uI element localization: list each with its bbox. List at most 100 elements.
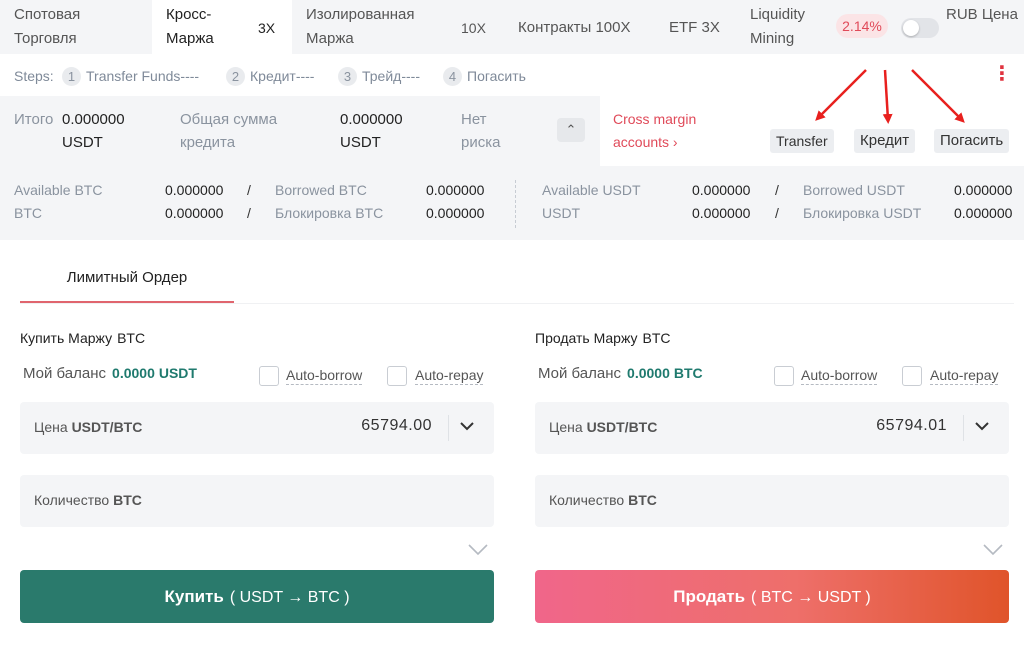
usdt-total-label: USDT (542, 205, 581, 221)
price-dropdown-chevron-down-icon[interactable] (460, 418, 474, 435)
rub-label-line1: RUB (946, 6, 978, 23)
step-credit[interactable]: 2 Кредит---- (226, 66, 314, 86)
sell-balance-unit: BTC (673, 365, 703, 381)
buy-balance: Мой баланс 0.0000 USDT (23, 365, 197, 382)
credit-total-label-line1: Общая сумма (180, 111, 278, 128)
cross-margin-accounts-link[interactable]: Cross margin accounts › (613, 108, 696, 154)
sell-auto-borrow-label[interactable]: Auto-borrow (801, 367, 878, 385)
buy-button[interactable]: Купить ( USDT → BTC ) (20, 570, 494, 623)
tab-isolated-line2: Маржа (306, 30, 354, 47)
steps-label: Steps: (14, 68, 54, 84)
buy-balance-value: 0.0000 (112, 365, 155, 381)
sell-auto-repay-label[interactable]: Auto-repay (930, 367, 999, 385)
buy-qty-unit: BTC (113, 492, 142, 508)
locked-btc-value: 0.000000 (426, 205, 485, 221)
rub-price-toggle[interactable] (901, 18, 939, 38)
tab-liquidity-line1: Liquidity (750, 6, 806, 23)
step-number-3: 3 (338, 67, 357, 86)
total-value: 0.000000 (62, 111, 125, 128)
buy-price-unit: USDT/BTC (71, 419, 143, 435)
sell-auto-borrow-checkbox[interactable] (774, 366, 794, 386)
field-divider (963, 415, 964, 441)
account-summary: Итого 0.000000 USDT Общая сумма кредита … (0, 96, 1024, 166)
transfer-button[interactable]: Transfer (770, 129, 834, 153)
buy-expand-chevron-down-icon[interactable] (468, 540, 488, 561)
sell-balance: Мой баланс 0.0000 BTC (538, 365, 703, 382)
sell-button-sub: ( BTC → USDT ) (751, 589, 871, 606)
market-tabs: Спотовая Торговля Кросс- Маржа 3X Изолир… (0, 0, 1024, 54)
sell-price-input[interactable]: Цена USDT/BTC 65794.01 (535, 402, 1009, 454)
step-label-3: Трейд---- (362, 68, 420, 84)
tab-isolated-margin[interactable]: Изолированная Маржа (306, 3, 436, 57)
sell-auto-repay-checkbox[interactable] (902, 366, 922, 386)
buy-title: Купить Маржу BTC (20, 330, 145, 346)
buy-auto-borrow-checkbox[interactable] (259, 366, 279, 386)
tab-cross-multiplier: 3X (258, 20, 276, 36)
buy-auto-borrow-label[interactable]: Auto-borrow (286, 367, 363, 385)
buy-price-label-text: Цена (34, 419, 68, 435)
available-btc-value: 0.000000 (165, 182, 224, 198)
step-label-2: Кредит---- (250, 68, 315, 84)
collapse-chevron-up-icon[interactable]: ⌃ (557, 118, 585, 142)
tab-spot-trading[interactable]: Спотовая Торговля (14, 3, 134, 57)
buy-quantity-label: Количество BTC (34, 492, 142, 508)
available-btc-label: Available BTC (14, 182, 103, 198)
repay-button[interactable]: Погасить (934, 129, 1010, 153)
buy-price-value[interactable]: 65794.00 (361, 417, 432, 435)
sell-qty-label-text: Количество (549, 492, 625, 508)
step-number-2: 2 (226, 67, 245, 86)
buy-button-label: Купить (164, 587, 224, 606)
borrowed-usdt-value: 0.000000 (954, 182, 1013, 198)
tab-spot-line2: Торговля (14, 30, 77, 47)
buy-auto-repay-label[interactable]: Auto-repay (415, 367, 484, 385)
sell-quantity-input[interactable]: Количество BTC (535, 475, 1009, 527)
buy-title-coin: BTC (117, 330, 146, 346)
available-usdt-label: Available USDT (542, 182, 641, 198)
separator-slash: / (247, 182, 251, 198)
credit-button[interactable]: Кредит (854, 129, 916, 153)
total-unit: USDT (62, 134, 103, 151)
sell-price-label: Цена USDT/BTC (549, 419, 657, 435)
buy-balance-unit: USDT (158, 365, 197, 381)
buy-price-input[interactable]: Цена USDT/BTC 65794.00 (20, 402, 494, 454)
tab-limit-order[interactable]: Лимитный Ордер (20, 258, 234, 304)
locked-usdt-value: 0.000000 (954, 205, 1013, 221)
credit-total-unit: USDT (340, 134, 381, 151)
sell-expand-chevron-down-icon[interactable] (983, 540, 1003, 561)
more-options-icon[interactable]: ⋮ (992, 64, 1012, 84)
step-transfer-funds[interactable]: 1 Transfer Funds---- (62, 66, 199, 86)
balances-divider (515, 180, 516, 228)
rub-price-label: RUB Цена (946, 3, 1018, 27)
btc-total-value: 0.000000 (165, 205, 224, 221)
apr-rate-badge: 2.14% (836, 14, 888, 38)
locked-usdt-label: Блокировка USDT (803, 205, 922, 221)
btc-total-label: BTC (14, 205, 42, 221)
buy-auto-repay-checkbox[interactable] (387, 366, 407, 386)
buy-quantity-input[interactable]: Количество BTC (20, 475, 494, 527)
tab-cross-margin[interactable]: Кросс- Маржа 3X (152, 0, 292, 54)
locked-btc-label: Блокировка BTC (275, 205, 384, 221)
step-label-4: Погасить (467, 68, 526, 84)
step-number-1: 1 (62, 67, 81, 86)
separator-slash: / (247, 205, 251, 221)
sell-price-value[interactable]: 65794.01 (876, 417, 947, 435)
borrowed-btc-label: Borrowed BTC (275, 182, 367, 198)
sell-balance-value: 0.0000 (627, 365, 670, 381)
risk-label-line1: Нет (461, 111, 487, 128)
usdt-total-value: 0.000000 (692, 205, 751, 221)
separator-slash: / (775, 205, 779, 221)
step-repay[interactable]: 4 Погасить (443, 66, 526, 86)
tab-isolated-line1: Изолированная (306, 6, 415, 23)
tab-spot-line1: Спотовая (14, 6, 81, 23)
price-dropdown-chevron-down-icon[interactable] (975, 418, 989, 435)
step-trade[interactable]: 3 Трейд---- (338, 66, 420, 86)
asset-balances: Available BTC 0.000000 / Borrowed BTC 0.… (0, 166, 1024, 240)
summary-actions: Cross margin accounts › Transfer Кредит … (600, 96, 1024, 166)
sell-price-label-text: Цена (549, 419, 583, 435)
sell-button[interactable]: Продать ( BTC → USDT ) (535, 570, 1009, 623)
separator-slash: / (775, 182, 779, 198)
borrowed-btc-value: 0.000000 (426, 182, 485, 198)
sell-price-unit: USDT/BTC (586, 419, 658, 435)
cross-link-line2: accounts › (613, 134, 678, 150)
tab-liquidity-mining[interactable]: Liquidity Mining (750, 3, 840, 57)
